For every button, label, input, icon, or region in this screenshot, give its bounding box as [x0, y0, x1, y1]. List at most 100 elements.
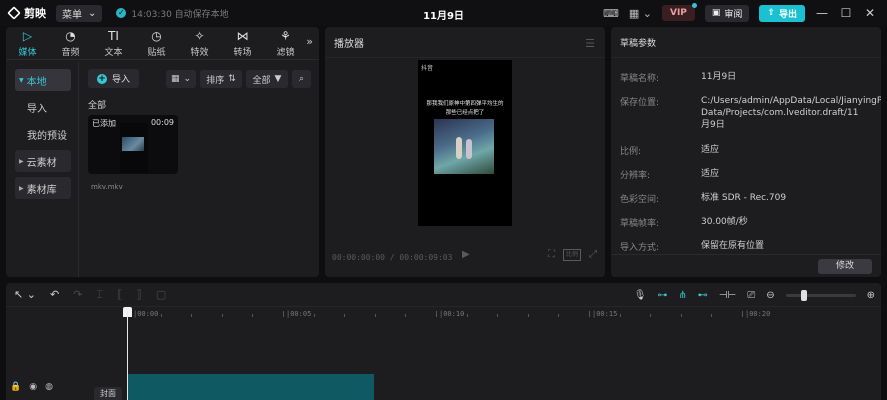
caret-down-icon: ▼: [19, 76, 24, 84]
fullscreen-crop-icon[interactable]: ⛶: [548, 249, 555, 261]
tab-audio[interactable]: ◔ 音频: [49, 27, 92, 58]
import-label: 导入: [112, 75, 131, 85]
import-button[interactable]: + 导入: [88, 69, 140, 88]
preview-axis-icon[interactable]: ⊣⊢: [719, 290, 736, 301]
character-figure: [456, 137, 462, 159]
vip-badge[interactable]: VIP: [661, 3, 697, 21]
zoom-slider-knob[interactable]: [800, 289, 807, 301]
tab-label: 滤镜: [276, 48, 295, 58]
zoom-out-icon[interactable]: ⊖: [766, 290, 774, 301]
linkage-icon[interactable]: ⊷: [698, 290, 708, 301]
tab-label: 文本: [104, 48, 123, 58]
prop-value: 11月9日: [701, 72, 737, 82]
prop-key: 色彩空间:: [620, 195, 660, 205]
clip-thumbnail: [120, 123, 148, 173]
ruler-minor-tick: [466, 314, 468, 317]
select-cursor-icon[interactable]: ↖ ⌄: [14, 288, 36, 301]
tab-transition[interactable]: ⋈ 转场: [221, 27, 264, 58]
sidebar-item-label: 云素材: [26, 157, 57, 169]
player-timecode: 00:00:00:00 / 00:00:09:03: [332, 252, 453, 262]
zoom-slider[interactable]: [785, 289, 856, 301]
sidebar-item-library[interactable]: ▶ 素材库: [15, 177, 71, 199]
caption-icon[interactable]: ⎚: [747, 290, 755, 301]
view-mode-button[interactable]: ▦ ⌄: [166, 70, 196, 88]
title-bar: 剪映 菜单 ⌄ ✓ 14:03:30 自动保存本地 11月9日 ⌨ ▦ ⌄ VI…: [0, 0, 887, 26]
tab-media[interactable]: ▷ 媒体: [6, 27, 49, 58]
lock-icon[interactable]: 🔒: [10, 382, 21, 392]
sidebar-item-local[interactable]: ▼ 本地: [15, 69, 71, 91]
cover-button[interactable]: 封面: [94, 387, 122, 400]
ruler-minor-tick: [527, 314, 529, 317]
zoom-in-icon[interactable]: ⊕: [867, 290, 875, 301]
sort-button[interactable]: 排序 ⇅: [200, 70, 242, 88]
ruler-label: |00:20: [745, 310, 771, 318]
media-content: + 导入 ▦ ⌄ 排序 ⇅ 全部 ▼ ⌕ 全部 已添加 00:09 mkv.mk…: [79, 61, 319, 277]
prop-key: 草稿名称:: [620, 74, 660, 84]
timeline-toolbar: ↖ ⌄ ↶ ↷ ⌶ ⟦ ⟧ ▢ 🎙 ⊶ ⋔ ⊷ ⊣⊢ ⎚ ⊖ ⊕: [6, 283, 881, 307]
autosave-text: 14:03:30 自动保存本地: [131, 9, 229, 20]
playhead[interactable]: [127, 311, 128, 400]
prop-row-ratio: 比例: 适应: [620, 144, 861, 157]
prop-key: 比例:: [620, 147, 642, 157]
prop-value: 适应: [701, 169, 720, 179]
menu-label: 菜单: [62, 9, 82, 21]
sidebar-item-import[interactable]: 导入: [15, 96, 71, 118]
video-track-clip[interactable]: [128, 374, 374, 400]
undo-icon[interactable]: ↶: [50, 288, 59, 301]
player-menu-icon[interactable]: ☰: [585, 37, 595, 50]
tab-label: 音频: [61, 48, 80, 58]
sidebar-item-presets[interactable]: 我的预设: [15, 123, 71, 145]
edit-button[interactable]: 修改: [818, 259, 872, 274]
player-header: 播放器: [325, 27, 605, 58]
export-button[interactable]: ⇪ 导出: [759, 4, 805, 22]
export-icon: ⇪: [767, 8, 775, 18]
play-icon[interactable]: ▶: [462, 249, 470, 260]
ruler-minor-tick: [619, 314, 621, 317]
eye-icon[interactable]: ◉: [29, 382, 37, 392]
microphone-icon[interactable]: 🎙: [634, 290, 647, 301]
video-caption: 那我我们原神中第四弹平均生的那些已经点把了: [426, 101, 504, 116]
props-footer: 修改: [611, 254, 881, 277]
tab-effects[interactable]: ✧ 特效: [178, 27, 221, 58]
tab-sticker[interactable]: ◷ 贴纸: [135, 27, 178, 58]
sidebar-item-cloud[interactable]: ▶ 云素材: [15, 150, 71, 172]
main-track-magnet-icon[interactable]: ⊶: [657, 290, 667, 301]
maximize-icon[interactable]: ☐: [839, 6, 853, 20]
draft-properties-panel: 草稿参数 草稿名称: 11月9日 保存位置: C:/Users/admin/Ap…: [611, 27, 881, 277]
transition-icon: ⋈: [236, 29, 249, 43]
app-name: 剪映: [24, 7, 46, 20]
ruler-minor-tick: [650, 314, 652, 317]
close-icon[interactable]: ✕: [863, 6, 877, 20]
video-preview[interactable]: 抖音 那我我们原神中第四弹平均生的那些已经点把了: [418, 60, 512, 226]
timeline-ruler[interactable]: |00:00 |00:05 |00:10 |00:15 |00:20: [6, 307, 881, 325]
review-button[interactable]: ▣ 审阅: [704, 4, 750, 22]
tab-text[interactable]: TI 文本: [92, 27, 135, 58]
search-button[interactable]: ⌕: [292, 70, 311, 88]
ratio-button[interactable]: 比例: [562, 249, 581, 261]
mute-icon[interactable]: ◍: [45, 382, 53, 392]
filter-button[interactable]: 全部 ▼: [246, 70, 288, 88]
expand-icon[interactable]: ⤢: [589, 249, 597, 261]
sidebar-item-label: 导入: [27, 103, 47, 115]
tab-filter[interactable]: ⚘ 滤镜: [264, 27, 307, 58]
auto-snap-icon[interactable]: ⋔: [678, 290, 686, 301]
ruler-minor-tick: [221, 314, 223, 317]
watermark: 抖音: [421, 65, 434, 72]
layout-icon[interactable]: ▦ ⌄: [629, 7, 652, 20]
filter-icon: ⚘: [280, 29, 291, 43]
keyboard-icon[interactable]: ⌨: [603, 7, 619, 20]
autosave-status: ✓ 14:03:30 自动保存本地: [116, 7, 229, 20]
split-icon: ⌶: [96, 287, 103, 301]
prop-key: 分辨率:: [620, 171, 651, 181]
media-clip-card[interactable]: 已添加 00:09: [88, 115, 178, 174]
clip-duration: 00:09: [150, 118, 174, 127]
more-tabs-icon[interactable]: »: [306, 35, 313, 48]
timeline-panel: ↖ ⌄ ↶ ↷ ⌶ ⟦ ⟧ ▢ 🎙 ⊶ ⋔ ⊷ ⊣⊢ ⎚ ⊖ ⊕ |00:00 |…: [6, 283, 881, 400]
minimize-icon[interactable]: —: [815, 6, 829, 20]
menu-button[interactable]: 菜单 ⌄: [56, 4, 103, 22]
prop-row-colorspace: 色彩空间: 标准 SDR - Rec.709: [620, 192, 861, 205]
search-icon: ⌕: [298, 74, 305, 84]
prop-row-location: 保存位置: C:/Users/admin/AppData/Local/Jiany…: [620, 95, 881, 131]
redo-icon: ↷: [73, 288, 83, 301]
ruler-tick: [436, 311, 437, 317]
